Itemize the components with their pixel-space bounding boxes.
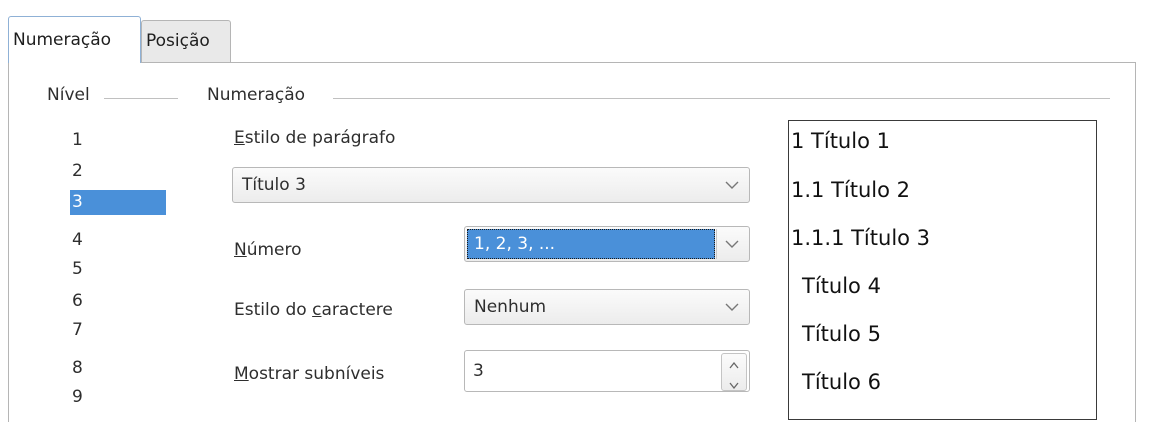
number-format-separator — [716, 229, 717, 259]
char-style-value: Nenhum — [474, 297, 547, 317]
level-item-6[interactable]: 6 — [70, 289, 166, 314]
paragraph-style-label-rest: stilo de parágrafo — [244, 128, 396, 148]
sublevels-spinbox[interactable]: 3 — [464, 350, 750, 392]
number-mnemonic: N — [234, 240, 247, 260]
sublevels-spin-buttons[interactable] — [721, 353, 747, 391]
preview-line: 1.1 Título 2 — [791, 178, 910, 202]
numbering-group-divider — [333, 98, 1110, 99]
preview-line: Título 5 — [802, 322, 881, 346]
preview-line: 1.1.1 Título 3 — [791, 226, 931, 250]
char-style-label: Estilo do caractere — [234, 300, 393, 320]
chevron-down-icon — [721, 290, 743, 324]
chevron-down-icon — [721, 227, 743, 261]
level-item-3[interactable]: 3 — [70, 190, 166, 215]
paragraph-style-mnemonic: E — [234, 128, 245, 148]
level-item-8[interactable]: 8 — [70, 356, 166, 381]
level-item-7[interactable]: 7 — [70, 318, 166, 343]
number-format-value: 1, 2, 3, ... — [474, 234, 556, 254]
level-item-2[interactable]: 2 — [70, 159, 166, 184]
level-item-9[interactable]: 9 — [70, 385, 166, 410]
sublevels-value: 3 — [473, 361, 484, 381]
number-label-rest: úmero — [246, 240, 302, 260]
preview-line: Título 6 — [802, 370, 881, 394]
paragraph-style-label: Estilo de parágrafo — [234, 128, 395, 148]
numbering-group-label: Numeração — [207, 85, 306, 105]
sublevels-label: Mostrar subníveis — [234, 364, 384, 384]
char-style-label-rest: aractere — [321, 300, 393, 320]
preview-line: 1 Título 1 — [791, 129, 890, 153]
level-group-label: Nível — [47, 85, 90, 105]
number-format-select[interactable]: 1, 2, 3, ... — [464, 226, 750, 262]
paragraph-style-value: Título 3 — [242, 175, 306, 195]
spin-up-icon[interactable] — [729, 354, 739, 374]
level-item-4[interactable]: 4 — [70, 228, 166, 253]
number-label: Número — [234, 240, 302, 260]
char-style-select[interactable]: Nenhum — [464, 289, 750, 325]
sublevels-mnemonic: M — [234, 364, 249, 384]
char-style-label-pre: Estilo do — [234, 300, 313, 320]
chevron-down-icon — [721, 168, 743, 202]
paragraph-style-select[interactable]: Título 3 — [232, 167, 750, 203]
level-item-1[interactable]: 1 — [70, 128, 166, 153]
preview-line: Título 4 — [802, 274, 881, 298]
level-item-5[interactable]: 5 — [70, 257, 166, 282]
numbering-preview: 1 Título 1 1.1 Título 2 1.1.1 Título 3 T… — [788, 120, 1097, 420]
sublevels-label-rest: ostrar subníveis — [248, 364, 385, 384]
tab-posicao[interactable]: Posição — [141, 20, 231, 62]
spin-down-icon[interactable] — [729, 374, 739, 394]
level-group-divider — [104, 98, 178, 99]
tab-numeracao[interactable]: Numeração — [8, 16, 141, 63]
